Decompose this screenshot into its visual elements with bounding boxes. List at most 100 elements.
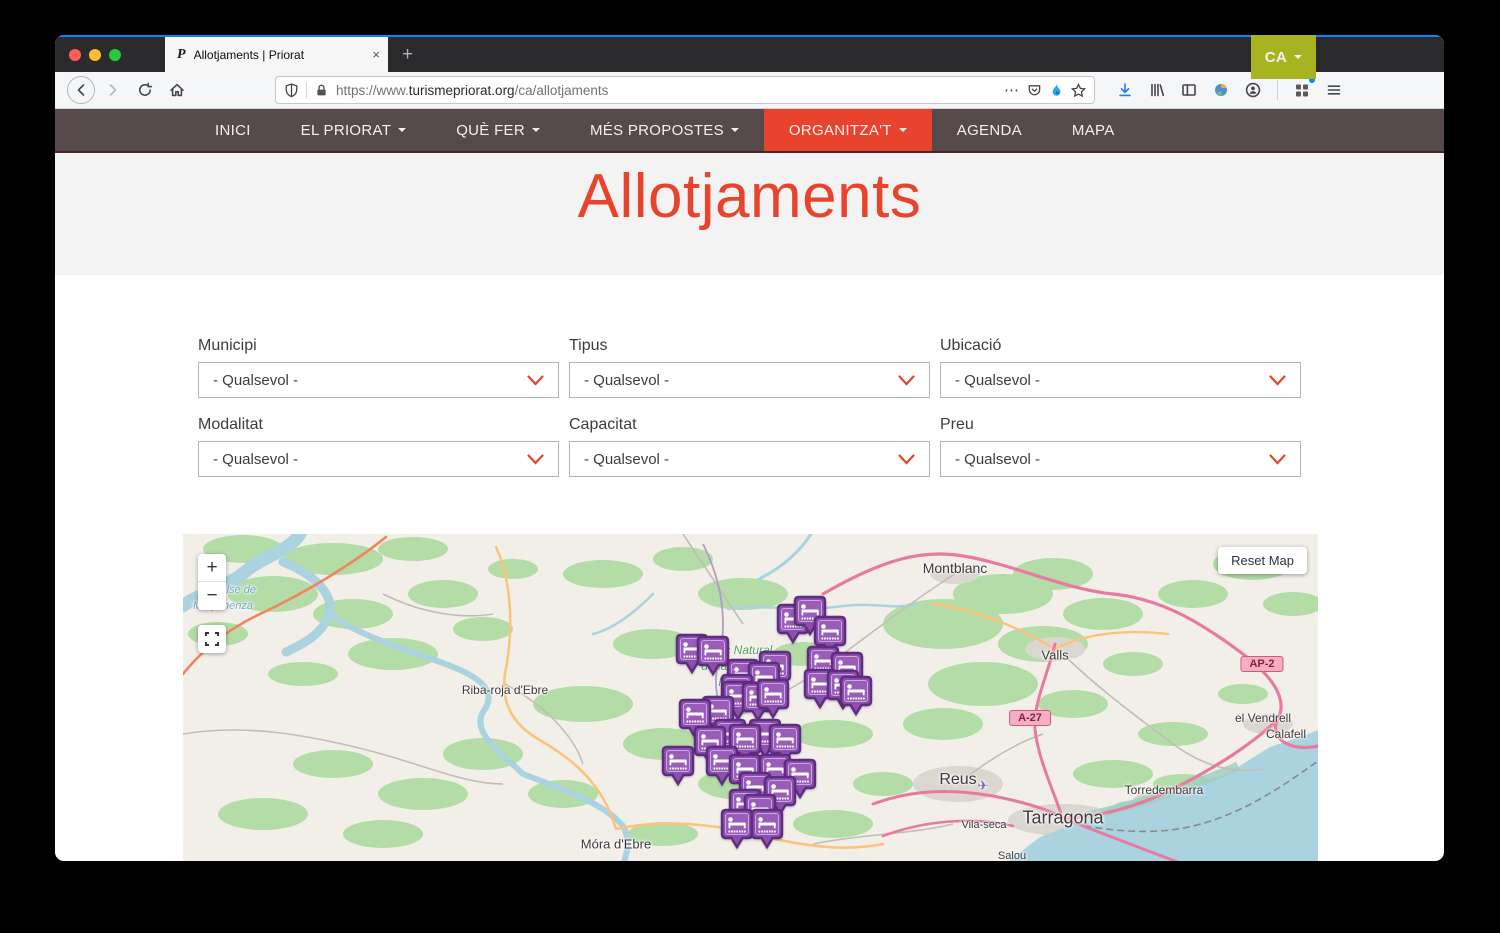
forward-button[interactable] — [99, 76, 127, 104]
accommodation-marker[interactable] — [748, 806, 786, 852]
extension-globe-icon[interactable] — [1207, 76, 1235, 104]
sidebar-button[interactable] — [1175, 76, 1203, 104]
road-badge: A-27 — [1009, 710, 1051, 726]
page-title: Allotjaments — [578, 161, 922, 275]
road-badge: AP-2 — [1240, 656, 1283, 672]
capacitat-select[interactable]: - Qualsevol - — [569, 441, 930, 477]
nav-item-organitzat[interactable]: ORGANITZA'T — [764, 109, 932, 151]
nav-item-mes-propostes[interactable]: MÉS PROPOSTES — [565, 109, 764, 151]
site-navigation: INICI EL PRIORAT QUÈ FER MÉS PROPOSTES O… — [55, 109, 1444, 153]
nav-item-el-priorat[interactable]: EL PRIORAT — [276, 109, 432, 151]
tab-bar: P Allotjaments | Priorat × + — [55, 35, 1444, 72]
page-actions-icon[interactable]: ⋯ — [1004, 81, 1020, 99]
filter-label: Capacitat — [569, 416, 930, 434]
map-overlays: Montblanc Valls el Vendrell Calafell Torrede… — [183, 534, 1318, 861]
map-place-label: ✈ — [978, 778, 989, 794]
accommodation-marker[interactable] — [659, 743, 697, 789]
browser-window: P Allotjaments | Priorat × + https://www… — [55, 35, 1444, 861]
toolbar-right-icons — [1109, 76, 1350, 104]
chevron-down-icon — [527, 375, 544, 386]
browser-toolbar: https://www.turismepriorat.org/ca/allotj… — [55, 72, 1444, 109]
chevron-down-icon — [1294, 55, 1302, 63]
map-place-label: Calafell — [1266, 727, 1306, 741]
nav-item-inici[interactable]: INICI — [190, 109, 276, 151]
filter-municipi: Municipi - Qualsevol - — [198, 337, 559, 398]
zoom-out-button[interactable]: − — [198, 582, 226, 610]
close-tab-icon[interactable]: × — [372, 47, 380, 62]
tab-title: Allotjaments | Priorat — [194, 48, 365, 62]
map-place-label: Torredembarra — [1125, 783, 1204, 797]
accommodation-marker[interactable] — [837, 673, 875, 719]
fullscreen-button[interactable] — [198, 625, 226, 653]
site-favicon-icon: P — [177, 47, 186, 63]
chevron-down-icon — [1269, 454, 1286, 465]
chevron-down-icon — [398, 128, 406, 136]
chevron-down-icon — [1269, 375, 1286, 386]
reload-button[interactable] — [131, 76, 159, 104]
municipi-select[interactable]: - Qualsevol - — [198, 362, 559, 398]
map-place-label: Salou — [998, 850, 1026, 861]
nav-item-mapa[interactable]: MAPA — [1047, 109, 1140, 151]
url-bar[interactable]: https://www.turismepriorat.org/ca/allotj… — [275, 76, 1095, 104]
filter-capacitat: Capacitat - Qualsevol - — [569, 416, 930, 477]
library-button[interactable] — [1143, 76, 1171, 104]
filter-label: Ubicació — [940, 337, 1301, 355]
new-tab-button[interactable]: + — [388, 37, 427, 72]
chevron-down-icon — [899, 128, 907, 136]
maximize-window-button[interactable] — [109, 49, 121, 61]
filter-ubicacio: Ubicació - Qualsevol - — [940, 337, 1301, 398]
chevron-down-icon — [731, 128, 739, 136]
ubicacio-select[interactable]: - Qualsevol - — [940, 362, 1301, 398]
active-tab[interactable]: P Allotjaments | Priorat × — [165, 37, 388, 72]
map-place-label: Tarragona — [1022, 808, 1103, 829]
pocket-icon[interactable] — [1027, 83, 1042, 98]
menu-button[interactable] — [1320, 76, 1348, 104]
chevron-down-icon — [532, 128, 540, 136]
fullscreen-icon — [205, 632, 219, 646]
preu-select[interactable]: - Qualsevol - — [940, 441, 1301, 477]
modalitat-select[interactable]: - Qualsevol - — [198, 441, 559, 477]
back-button[interactable] — [67, 76, 95, 104]
drupal-extension-icon[interactable] — [1049, 83, 1064, 98]
filter-label: Preu — [940, 416, 1301, 434]
account-button[interactable] — [1239, 76, 1267, 104]
filter-modalitat: Modalitat - Qualsevol - — [198, 416, 559, 477]
window-controls — [55, 37, 135, 72]
filter-label: Municipi — [198, 337, 559, 355]
nav-item-agenda[interactable]: AGENDA — [932, 109, 1047, 151]
map-zoom-control: + − — [198, 554, 226, 610]
tracking-shield-icon[interactable] — [284, 83, 299, 98]
toolbar-separator — [1277, 80, 1278, 100]
reset-map-button[interactable]: Reset Map — [1218, 547, 1307, 574]
filters-section: Municipi - Qualsevol - Tipus - Qualsevol… — [55, 275, 1444, 534]
map-place-label: Riba-roja d'Ebre — [462, 683, 548, 697]
home-button[interactable] — [163, 76, 191, 104]
filter-tipus: Tipus - Qualsevol - — [569, 337, 930, 398]
chevron-down-icon — [898, 454, 915, 465]
close-window-button[interactable] — [69, 49, 81, 61]
extensions-grid-button[interactable] — [1288, 76, 1316, 104]
url-text[interactable]: https://www.turismepriorat.org/ca/allotj… — [336, 83, 997, 98]
hero-section: Allotjaments — [55, 153, 1444, 275]
map-place-label: Valls — [1041, 648, 1068, 663]
language-selector[interactable]: CA — [1251, 35, 1316, 79]
urlbar-divider — [306, 82, 307, 98]
chevron-down-icon — [527, 454, 544, 465]
map-place-label: el Vendrell — [1235, 711, 1291, 725]
map-place-label: Reus — [939, 771, 976, 789]
map-place-label: Vila-seca — [961, 819, 1006, 831]
filter-label: Modalitat — [198, 416, 559, 434]
minimize-window-button[interactable] — [89, 49, 101, 61]
map-place-label: Montblanc — [923, 560, 988, 576]
downloads-button[interactable] — [1111, 76, 1139, 104]
filter-label: Tipus — [569, 337, 930, 355]
chevron-down-icon — [898, 375, 915, 386]
bookmark-star-icon[interactable] — [1071, 83, 1086, 98]
nav-item-que-fer[interactable]: QUÈ FER — [431, 109, 565, 151]
lock-icon[interactable] — [314, 83, 329, 98]
tipus-select[interactable]: - Qualsevol - — [569, 362, 930, 398]
zoom-in-button[interactable]: + — [198, 554, 226, 582]
filter-preu: Preu - Qualsevol - — [940, 416, 1301, 477]
map-canvas[interactable]: Montblanc Valls el Vendrell Calafell Torrede… — [183, 534, 1318, 861]
map-place-label: Móra d'Ebre — [581, 837, 651, 852]
